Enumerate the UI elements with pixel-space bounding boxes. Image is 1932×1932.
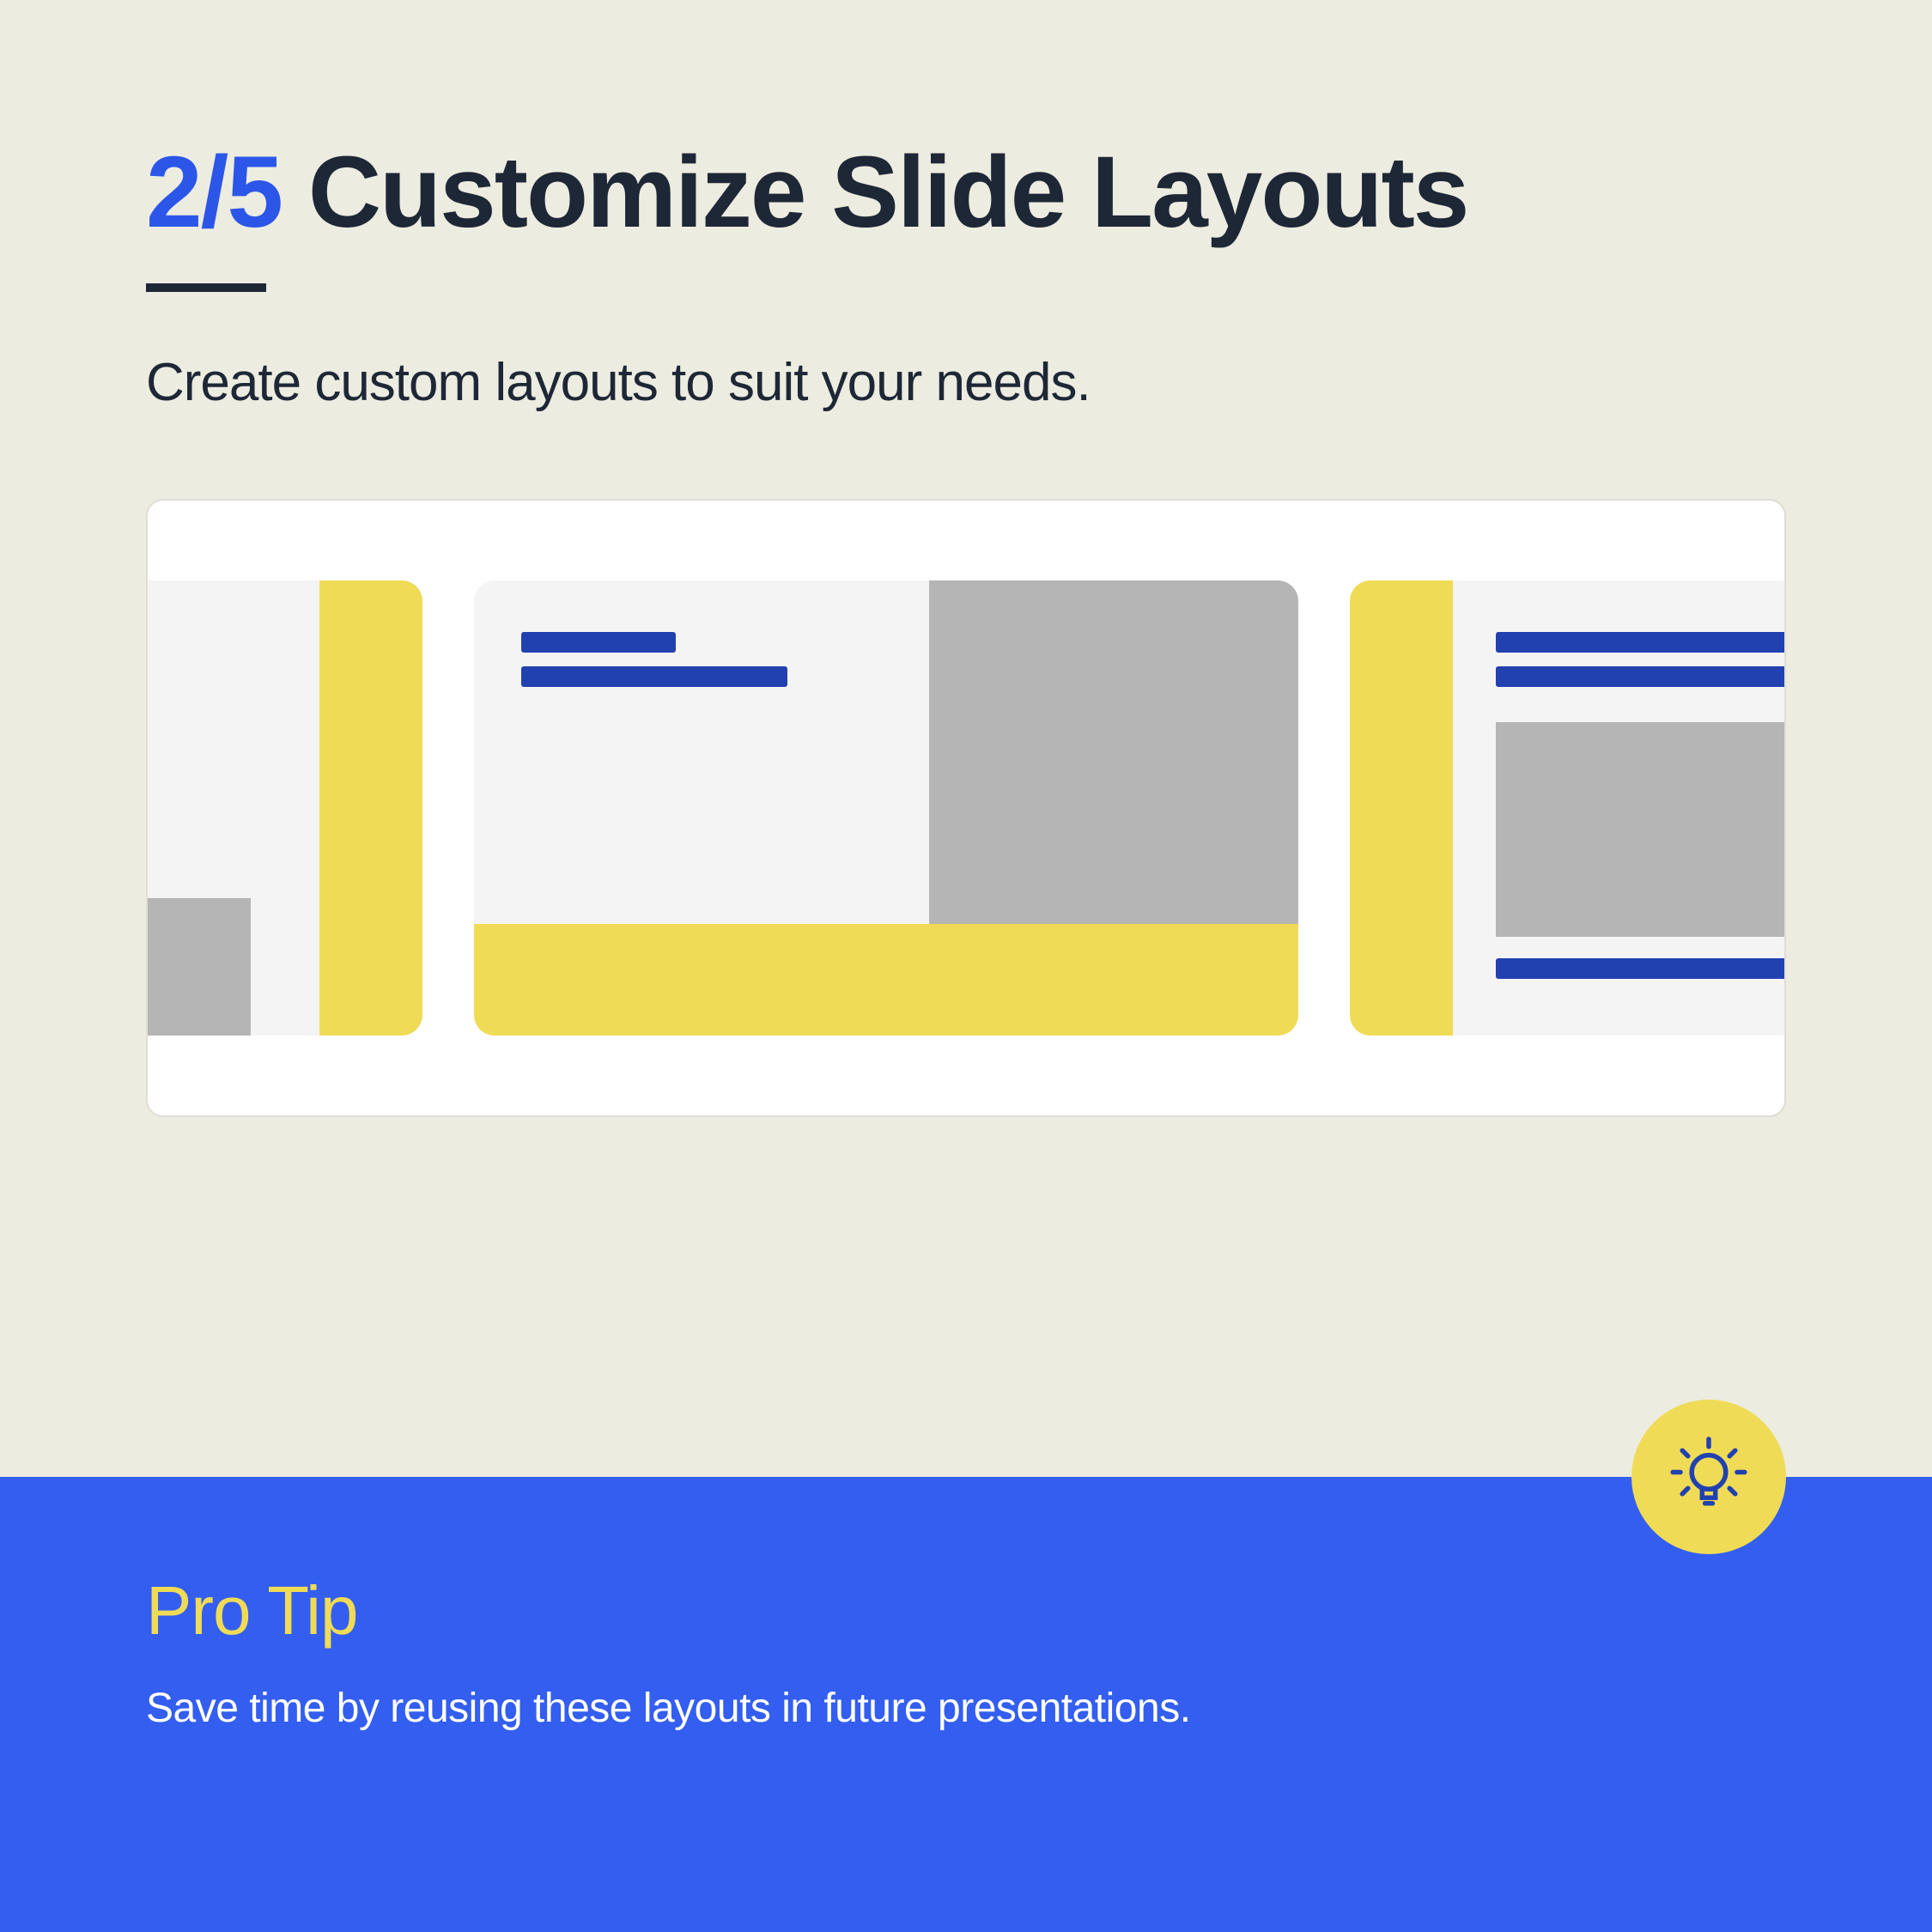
thumbnail-column <box>146 580 319 1036</box>
page-heading: 2/5 Customize Slide Layouts <box>146 137 1786 249</box>
tip-title: Pro Tip <box>146 1571 1786 1650</box>
placeholder-text-line <box>1496 666 1786 687</box>
placeholder-image <box>929 580 1298 924</box>
placeholder-block <box>146 898 251 1036</box>
pro-tip-panel: Pro Tip Save time by reusing these layou… <box>0 1477 1932 1932</box>
content-area: 2/5 Customize Slide Layouts Create custo… <box>0 0 1932 1117</box>
layout-thumbnail-left <box>146 580 422 1036</box>
subtitle-text: Create custom layouts to suit your needs… <box>146 352 1786 413</box>
placeholder-text-line <box>1496 632 1786 653</box>
thumbnail-accent-column <box>319 580 422 1036</box>
layout-thumbnail-center <box>474 580 1298 1036</box>
step-counter: 2/5 <box>146 136 282 249</box>
placeholder-text-line <box>1496 958 1786 979</box>
thumbnail-accent-column <box>1350 580 1453 1036</box>
thumbnail-accent-band <box>474 924 1298 1036</box>
tip-body: Save time by reusing these layouts in fu… <box>146 1685 1786 1732</box>
thumbnail-column <box>1453 580 1786 1036</box>
heading-title: Customize Slide Layouts <box>308 136 1468 249</box>
placeholder-image <box>1496 722 1786 937</box>
heading-underline <box>146 283 266 292</box>
layout-preview-panel <box>146 499 1786 1117</box>
placeholder-text-line <box>521 632 676 653</box>
placeholder-text-line <box>521 666 787 687</box>
lightbulb-icon <box>1631 1400 1786 1554</box>
layout-thumbnail-right <box>1350 580 1786 1036</box>
